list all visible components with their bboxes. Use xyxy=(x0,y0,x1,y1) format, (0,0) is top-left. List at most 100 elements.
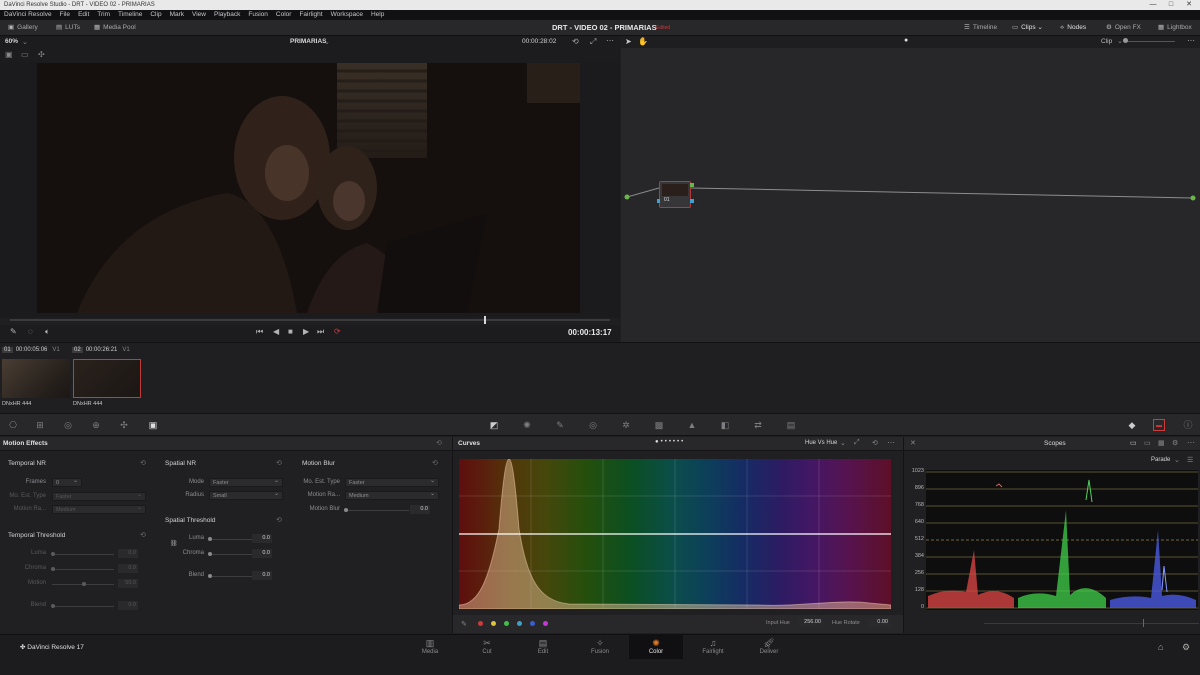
minimize-icon[interactable]: — xyxy=(1146,0,1160,10)
swatch-blue[interactable] xyxy=(530,621,535,626)
menu-item-workspace[interactable]: Workspace xyxy=(331,10,363,20)
frames-select[interactable]: 0 xyxy=(52,477,82,487)
curves-mode-chevron-down-icon[interactable]: ⌄ xyxy=(840,439,846,447)
page-tab-deliver[interactable]: 🚀︎ Deliver xyxy=(742,635,796,659)
menu-item-trim[interactable]: Trim xyxy=(97,10,110,20)
menu-item-clip[interactable]: Clip xyxy=(150,10,161,20)
single-view-icon[interactable]: ▣ xyxy=(5,50,13,59)
clip-thumbnail[interactable] xyxy=(2,359,70,398)
mode-select[interactable]: Faster xyxy=(209,477,283,487)
menu-item-edit[interactable]: Edit xyxy=(78,10,89,20)
motion-blur-reset-icon[interactable]: ⟲ xyxy=(432,459,438,467)
tt-luma-knob[interactable] xyxy=(51,552,55,556)
curves-icon[interactable]: ◩ xyxy=(488,419,500,431)
menu-item-help[interactable]: Help xyxy=(371,10,384,20)
node-input-key[interactable] xyxy=(657,199,660,203)
mb-motion-range-select[interactable]: Medium xyxy=(345,490,439,500)
loop-playback-icon[interactable]: ⟳ xyxy=(334,327,341,336)
motion-range-select[interactable]: Medium xyxy=(52,504,146,514)
info-icon[interactable]: ⓘ xyxy=(1182,419,1194,431)
swatch-green[interactable] xyxy=(504,621,509,626)
tt-motion-value[interactable]: 50.0 xyxy=(118,579,138,588)
menu-item-color[interactable]: Color xyxy=(276,10,292,20)
luts-button[interactable]: ▤ LUTs xyxy=(56,20,80,36)
mo-est-type-select[interactable]: Faster xyxy=(52,491,146,501)
page-tab-color[interactable]: ✺ Color xyxy=(629,635,683,659)
key-icon[interactable]: ◧ xyxy=(719,419,731,431)
menu-item-fairlight[interactable]: Fairlight xyxy=(299,10,322,20)
radius-select[interactable]: Small xyxy=(209,490,283,500)
node-editor[interactable]: ➤ ✋ ● Clip ⌄ ⋯ 01 xyxy=(621,36,1200,342)
menu-item-fusion[interactable]: Fusion xyxy=(248,10,268,20)
page-tab-cut[interactable]: ✂ Cut xyxy=(460,635,514,659)
media-pool-button[interactable]: ▦ Media Pool xyxy=(94,20,136,36)
stop-icon[interactable]: ■ xyxy=(288,327,293,336)
mb-motion-blur-slider[interactable] xyxy=(345,510,409,511)
go-to-end-icon[interactable]: ⏭︎ xyxy=(317,327,324,337)
spatial-threshold-reset-icon[interactable]: ⟲ xyxy=(276,516,282,524)
clips-button[interactable]: ▭ Clips ⌄ xyxy=(1012,20,1043,36)
tracker-icon[interactable]: ✲ xyxy=(620,419,632,431)
color-warper-icon[interactable]: ✺ xyxy=(521,419,533,431)
play-icon[interactable]: ▶ xyxy=(303,327,309,336)
menu-item-timeline[interactable]: Timeline xyxy=(118,10,142,20)
curves-options-icon[interactable]: ⋯ xyxy=(887,438,895,447)
tt-motion-knob[interactable] xyxy=(82,582,86,586)
input-hue-value[interactable]: 256.00 xyxy=(799,618,823,627)
3d-icon[interactable]: ▤ xyxy=(785,419,797,431)
blur-icon[interactable]: ▲ xyxy=(686,419,698,431)
scrubber-playhead[interactable] xyxy=(484,316,486,324)
motion-effects-icon[interactable]: ✣ xyxy=(118,419,130,431)
curves-mode-select[interactable]: Hue Vs Hue xyxy=(805,440,837,446)
menu-item-playback[interactable]: Playback xyxy=(214,10,240,20)
scope-layout-1-icon[interactable]: ▭ xyxy=(1130,439,1137,447)
mb-motion-blur-value[interactable]: 0.0 xyxy=(410,505,430,514)
scope-mode-chevron-down-icon[interactable]: ⌄ xyxy=(1174,456,1180,464)
curves-expand-icon[interactable]: ⤢ xyxy=(854,439,860,447)
menu-item-davinci-resolve[interactable]: DaVinci Resolve xyxy=(4,10,52,20)
tt-blend-slider[interactable] xyxy=(52,606,114,607)
window-icon[interactable]: ◎ xyxy=(587,419,599,431)
st-blend-knob[interactable] xyxy=(208,574,212,578)
scope-options-icon[interactable]: ⋯ xyxy=(1187,438,1195,447)
split-view-icon[interactable]: ▭ xyxy=(21,50,29,59)
page-tab-media[interactable]: ▥ Media xyxy=(403,635,457,659)
project-settings-icon[interactable]: ⚙ xyxy=(1182,642,1190,653)
menu-item-mark[interactable]: Mark xyxy=(170,10,184,20)
lightbox-button[interactable]: ▦ Lightbox xyxy=(1158,20,1192,36)
spatial-nr-reset-icon[interactable]: ⟲ xyxy=(276,459,282,467)
page-tab-fairlight[interactable]: ♫ Fairlight xyxy=(686,635,740,659)
page-tab-edit[interactable]: ▤ Edit xyxy=(516,635,570,659)
nodes-button[interactable]: ⟡ Nodes xyxy=(1060,20,1086,36)
viewer-scrubber[interactable] xyxy=(10,319,610,321)
mb-motion-blur-knob[interactable] xyxy=(344,508,348,512)
scope-settings-icon[interactable]: ⚙ xyxy=(1172,439,1178,447)
color-match-icon[interactable]: ⊞ xyxy=(34,419,46,431)
tt-luma-slider[interactable] xyxy=(52,554,114,555)
tt-chroma-value[interactable]: 0.0 xyxy=(118,564,138,573)
st-luma-knob[interactable] xyxy=(208,537,212,541)
page-tab-fusion[interactable]: ✧ Fusion xyxy=(573,635,627,659)
play-reverse-icon[interactable]: ◀ xyxy=(273,327,279,336)
volume-icon[interactable]: 🔈︎ xyxy=(45,327,50,337)
st-chroma-knob[interactable] xyxy=(208,552,212,556)
node-output-rgb[interactable] xyxy=(690,183,694,187)
rgb-mixer-icon[interactable]: ⊕ xyxy=(90,419,102,431)
highlight-icon[interactable]: ✣ xyxy=(38,50,45,59)
node-01[interactable]: 01 xyxy=(657,181,694,208)
temporal-threshold-reset-icon[interactable]: ⟲ xyxy=(140,531,146,539)
home-icon[interactable]: ⌂ xyxy=(1158,642,1163,652)
st-chroma-value[interactable]: 0.0 xyxy=(252,549,272,558)
menu-item-file[interactable]: File xyxy=(60,10,70,20)
hue-vs-hue-graph[interactable] xyxy=(458,458,892,610)
open-fx-button[interactable]: ⚙ Open FX xyxy=(1106,20,1141,36)
st-luma-value[interactable]: 0.0 xyxy=(252,534,272,543)
go-to-start-icon[interactable]: ⏮︎ xyxy=(256,327,263,337)
keyframes-icon[interactable]: ▬ xyxy=(1153,419,1165,431)
viewer-name-chevron-down-icon[interactable]: ⌄ xyxy=(324,38,330,46)
color-wheels-icon[interactable]: ◎ xyxy=(62,419,74,431)
curves-eyedropper-icon[interactable]: ✎ xyxy=(461,620,467,628)
mb-mo-est-type-select[interactable]: Faster xyxy=(345,477,439,487)
viewer-frame[interactable] xyxy=(37,63,580,313)
tt-luma-value[interactable]: 0.0 xyxy=(118,549,138,558)
